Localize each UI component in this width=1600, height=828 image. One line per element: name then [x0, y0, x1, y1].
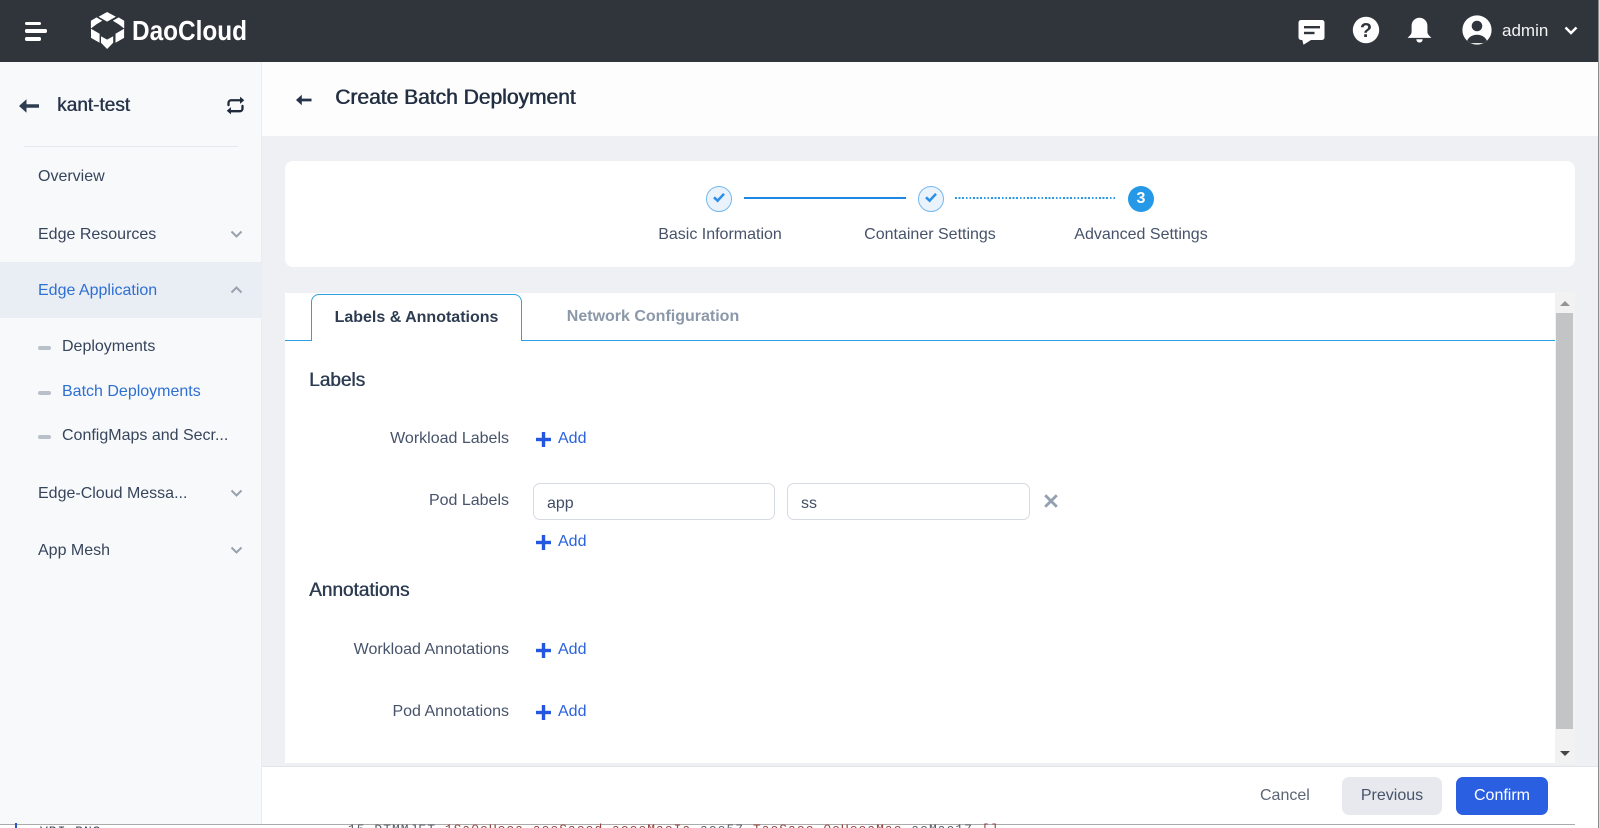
svg-text:?: ? [1360, 20, 1372, 42]
